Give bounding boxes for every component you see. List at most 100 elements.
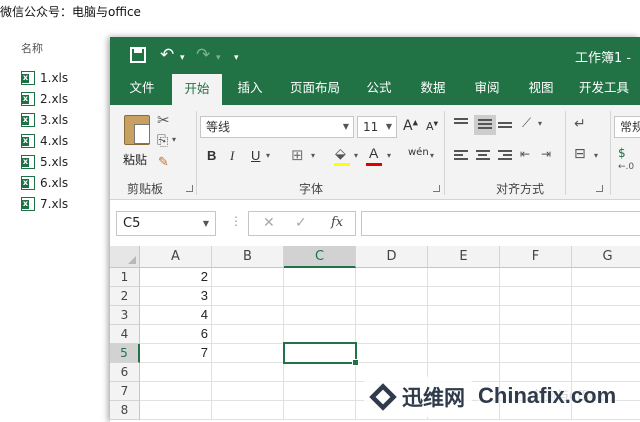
row-header-3[interactable]: 3 (110, 306, 140, 325)
column-header-f[interactable]: F (500, 246, 572, 268)
tab-home[interactable]: 开始 (172, 74, 222, 105)
formula-input[interactable] (361, 211, 640, 236)
cell-g2[interactable] (572, 287, 640, 306)
cell-a4[interactable]: 6 (140, 325, 212, 344)
select-all-button[interactable] (110, 246, 140, 268)
file-item[interactable]: 1.xls (21, 67, 68, 88)
cell-d3[interactable] (356, 306, 428, 325)
cell-f6[interactable] (500, 363, 572, 382)
cell-c7[interactable] (284, 382, 356, 401)
cell-a6[interactable] (140, 363, 212, 382)
undo-icon[interactable]: ↶ (160, 46, 174, 64)
cell-a7[interactable] (140, 382, 212, 401)
align-center-icon[interactable] (476, 150, 490, 162)
cell-b3[interactable] (212, 306, 284, 325)
tab-review[interactable]: 审阅 (464, 73, 510, 105)
cell-f1[interactable] (500, 268, 572, 287)
underline-dropdown-icon[interactable]: ▾ (266, 151, 270, 160)
orientation-icon[interactable]: ⟋ (522, 116, 531, 131)
cell-b7[interactable] (212, 382, 284, 401)
cell-b1[interactable] (212, 268, 284, 287)
phonetic-guide-icon[interactable]: wén (408, 147, 429, 158)
number-format-box[interactable]: 常规 (614, 116, 640, 138)
row-header-6[interactable]: 6 (110, 363, 140, 382)
clipboard-launcher-icon[interactable] (186, 185, 193, 192)
cell-c3[interactable] (284, 306, 356, 325)
cell-d2[interactable] (356, 287, 428, 306)
underline-button[interactable]: U (251, 148, 260, 163)
cell-c2[interactable] (284, 287, 356, 306)
merge-dropdown-icon[interactable]: ▾ (594, 151, 598, 160)
decrease-decimal-icon[interactable]: ←.0 (618, 162, 634, 172)
orientation-dropdown-icon[interactable]: ▾ (538, 119, 542, 128)
tab-page-layout[interactable]: 页面布局 (282, 73, 348, 105)
tab-view[interactable]: 视图 (518, 73, 564, 105)
cell-a1[interactable]: 2 (140, 268, 212, 287)
cell-e1[interactable] (428, 268, 500, 287)
cell-f3[interactable] (500, 306, 572, 325)
cell-c6[interactable] (284, 363, 356, 382)
column-header-d[interactable]: D (356, 246, 428, 268)
cell-g5[interactable] (572, 344, 640, 363)
format-painter-icon[interactable]: ✎ (158, 155, 169, 170)
cell-g6[interactable] (572, 363, 640, 382)
cell-d5[interactable] (356, 344, 428, 363)
alignment-launcher-icon[interactable] (596, 185, 603, 192)
cell-e5[interactable] (428, 344, 500, 363)
cell-d4[interactable] (356, 325, 428, 344)
customize-qat-icon[interactable]: ▾ (234, 49, 239, 67)
fill-dropdown-icon[interactable]: ▾ (354, 151, 358, 160)
cell-e3[interactable] (428, 306, 500, 325)
cell-a3[interactable]: 4 (140, 306, 212, 325)
fill-color-icon[interactable]: ⬙ (335, 146, 346, 162)
align-middle-icon[interactable] (474, 115, 496, 135)
column-header-a[interactable]: A (140, 246, 212, 268)
accounting-format-icon[interactable]: $ (618, 146, 626, 160)
active-cell-c5[interactable] (283, 342, 359, 366)
merge-center-icon[interactable]: ⊟ (574, 146, 586, 162)
increase-indent-icon[interactable]: ⇥ (541, 147, 551, 161)
bold-button[interactable]: B (207, 148, 216, 163)
cell-a5[interactable]: 7 (140, 344, 212, 363)
cell-c1[interactable] (284, 268, 356, 287)
decrease-indent-icon[interactable]: ⇤ (520, 147, 530, 161)
italic-button[interactable]: I (230, 148, 234, 164)
undo-dropdown-icon[interactable]: ▾ (180, 49, 185, 67)
tab-developer[interactable]: 开发工具 (572, 73, 636, 105)
tab-data[interactable]: 数据 (410, 73, 456, 105)
column-header-g[interactable]: G (572, 246, 640, 268)
cell-c8[interactable] (284, 401, 356, 420)
align-right-icon[interactable] (498, 150, 512, 162)
cell-f2[interactable] (500, 287, 572, 306)
column-header-e[interactable]: E (428, 246, 500, 268)
cell-g1[interactable] (572, 268, 640, 287)
cell-b6[interactable] (212, 363, 284, 382)
explorer-name-column-header[interactable]: 名称 (21, 40, 43, 56)
align-top-icon[interactable] (454, 118, 468, 130)
cell-e2[interactable] (428, 287, 500, 306)
column-header-c[interactable]: C (284, 246, 356, 268)
font-color-dropdown-icon[interactable]: ▾ (387, 151, 391, 160)
file-item[interactable]: 2.xls (21, 88, 68, 109)
file-item[interactable]: 4.xls (21, 130, 68, 151)
cut-icon[interactable]: ✂ (157, 111, 170, 129)
name-box[interactable]: C5 ▼ (116, 211, 216, 236)
cell-g3[interactable] (572, 306, 640, 325)
file-item[interactable]: 5.xls (21, 151, 68, 172)
align-bottom-icon[interactable] (498, 122, 512, 134)
wrap-text-icon[interactable]: ↵ (574, 116, 586, 132)
cell-b8[interactable] (212, 401, 284, 420)
row-header-4[interactable]: 4 (110, 325, 140, 344)
save-icon[interactable] (130, 47, 146, 63)
cell-b2[interactable] (212, 287, 284, 306)
row-header-5[interactable]: 5 (110, 344, 140, 363)
font-launcher-icon[interactable] (433, 185, 440, 192)
cell-d1[interactable] (356, 268, 428, 287)
tab-insert[interactable]: 插入 (226, 73, 274, 105)
borders-dropdown-icon[interactable]: ▾ (311, 151, 315, 160)
shrink-font-icon[interactable]: A▼ (426, 120, 438, 133)
tab-file[interactable]: 文件 (118, 73, 166, 105)
font-size-box[interactable]: 11 ▼ (357, 116, 397, 138)
file-item[interactable]: 7.xls (21, 193, 68, 214)
copy-dropdown-icon[interactable]: ▾ (172, 135, 176, 144)
